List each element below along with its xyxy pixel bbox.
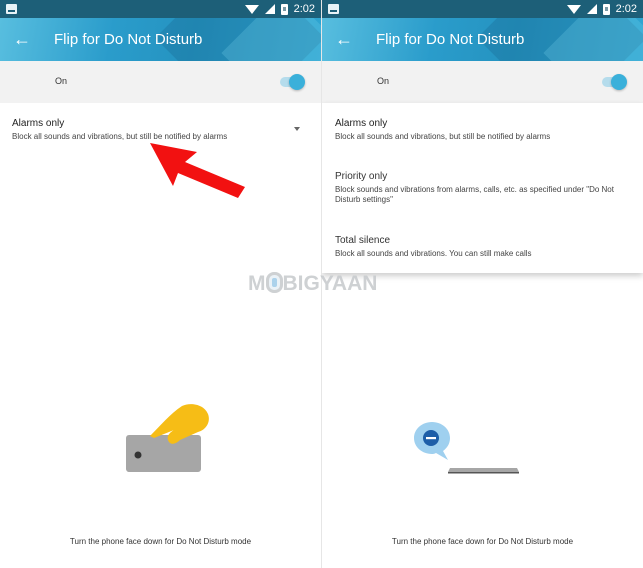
wifi-icon <box>244 4 259 14</box>
switch-thumb <box>611 74 627 90</box>
cell-signal-icon <box>264 4 275 14</box>
page-title: Flip for Do Not Disturb <box>376 31 525 48</box>
cell-signal-icon <box>586 4 597 14</box>
master-toggle-row[interactable]: On <box>0 61 321 103</box>
watermark-text-end: BIGYAAN <box>282 272 378 295</box>
menu-item-description: Block all sounds and vibrations, but sti… <box>335 132 551 141</box>
menu-item-total-silence[interactable]: Total silence Block all sounds and vibra… <box>335 235 635 259</box>
phone-edge <box>448 472 519 474</box>
watermark-logo: M BIGYAAN <box>248 272 377 296</box>
dnd-icon-bar <box>426 437 436 440</box>
phone-camera <box>134 451 142 459</box>
back-arrow-icon[interactable]: ← <box>13 29 31 49</box>
status-icons: 2:02 <box>244 3 315 15</box>
status-icons: 2:02 <box>566 3 637 15</box>
hand-flip-phone-illustration <box>126 404 209 472</box>
image-notification-icon <box>6 4 17 14</box>
menu-item-title: Alarms only <box>335 118 388 129</box>
phone-face-down <box>448 468 519 472</box>
master-toggle-row[interactable]: On <box>322 61 643 103</box>
on-off-switch[interactable] <box>602 73 628 91</box>
screenshot-comparison: 2:02 ← Flip for Do Not Disturb On Alarms… <box>0 0 643 568</box>
watermark-o-icon <box>265 272 283 293</box>
watermark-text-start: M <box>248 272 266 295</box>
toggle-label: On <box>377 76 390 86</box>
switch-thumb <box>289 74 305 90</box>
menu-item-description: Block sounds and vibrations from alarms,… <box>335 185 614 204</box>
red-arrow-annotation <box>150 143 245 198</box>
battery-icon <box>280 3 288 15</box>
menu-item-priority-only[interactable]: Priority only Block sounds and vibration… <box>335 171 635 205</box>
mode-title: Alarms only <box>12 118 65 129</box>
battery-icon <box>602 3 610 15</box>
wifi-icon <box>566 4 581 14</box>
on-off-switch[interactable] <box>280 73 306 91</box>
dropdown-caret-icon[interactable] <box>294 127 300 131</box>
status-bar: 2:02 <box>0 0 321 18</box>
page-title: Flip for Do Not Disturb <box>54 31 203 48</box>
arrow-shape <box>150 143 245 198</box>
menu-item-title: Total silence <box>335 235 391 246</box>
status-bar: 2:02 <box>322 0 643 18</box>
app-bar: ← Flip for Do Not Disturb <box>322 18 643 61</box>
mode-dropdown-menu: Alarms only Block all sounds and vibrati… <box>322 103 643 273</box>
back-arrow-icon[interactable]: ← <box>335 29 353 49</box>
menu-item-alarms-only[interactable]: Alarms only Block all sounds and vibrati… <box>335 118 635 142</box>
instruction-text: Turn the phone face down for Do Not Dist… <box>391 537 574 546</box>
menu-item-description: Block all sounds and vibrations. You can… <box>335 249 532 258</box>
image-notification-icon <box>328 4 339 14</box>
phone-face-down-illustration <box>414 422 519 474</box>
toggle-label: On <box>55 76 68 86</box>
instruction-text: Turn the phone face down for Do Not Dist… <box>69 537 252 546</box>
status-time: 2:02 <box>293 3 315 15</box>
menu-item-title: Priority only <box>335 171 388 182</box>
app-bar: ← Flip for Do Not Disturb <box>0 18 321 61</box>
status-time: 2:02 <box>615 3 637 15</box>
